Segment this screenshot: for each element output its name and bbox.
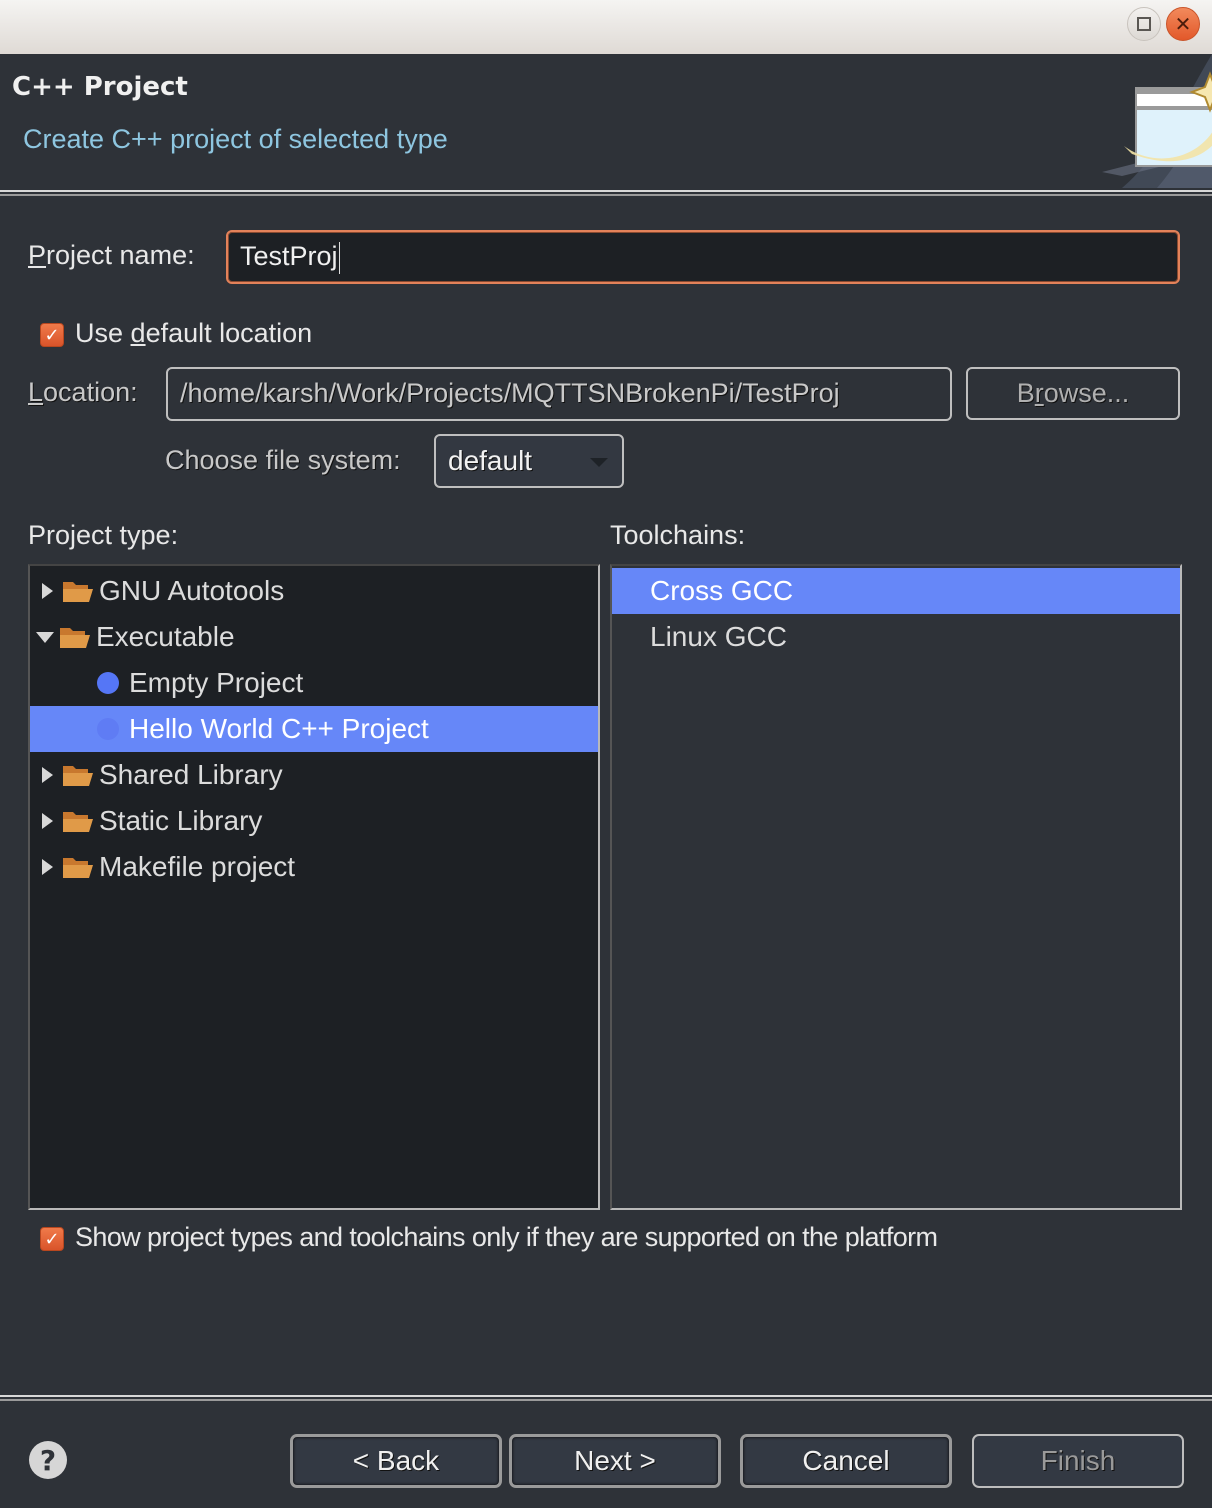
project-name-input[interactable]: TestProj [226, 230, 1180, 284]
project-type-label: Project type: [28, 520, 179, 550]
chevron-down-icon [590, 458, 608, 467]
toolchain-label: Linux GCC [650, 621, 787, 652]
maximize-icon [1137, 17, 1151, 31]
tree-item-label: Static Library [99, 805, 263, 836]
expand-arrow-icon[interactable] [42, 583, 53, 599]
tree-item-label: Hello World C++ Project [129, 713, 429, 744]
file-system-label: Choose file system: [165, 445, 401, 475]
help-icon: ? [39, 1443, 57, 1477]
mnemonic: L [28, 377, 44, 407]
file-system-dropdown[interactable]: default [434, 434, 624, 488]
project-type-tree[interactable]: GNU Autotools Executable Empty Project H… [28, 564, 600, 1210]
toolchains-label: Toolchains: [610, 520, 746, 550]
page-subtitle: Create C++ project of selected type [23, 124, 448, 154]
help-button[interactable]: ? [29, 1441, 67, 1479]
folder-icon [63, 812, 93, 832]
tree-item-hello-world-cpp-project[interactable]: Hello World C++ Project [30, 706, 598, 752]
tree-item-label: Empty Project [129, 667, 304, 698]
tree-item-gnu-autotools[interactable]: GNU Autotools [30, 568, 598, 614]
text-caret [338, 241, 340, 274]
label-text: ocation: [43, 377, 138, 407]
page-title: C++ Project [12, 72, 188, 102]
tree-item-label: Executable [96, 621, 235, 652]
label-text: B [1016, 378, 1035, 408]
window-titlebar: ✕ [0, 0, 1212, 54]
toolchain-label: Cross GCC [650, 575, 794, 606]
cancel-button[interactable]: Cancel [740, 1434, 952, 1488]
tree-item-executable[interactable]: Executable [30, 614, 598, 660]
show-supported-only-checkbox[interactable]: ✓ [40, 1227, 64, 1251]
label-text: roject name: [46, 240, 195, 270]
back-button[interactable]: < Back [290, 1434, 502, 1488]
expand-arrow-icon[interactable] [42, 813, 53, 829]
next-button[interactable]: Next > [509, 1434, 721, 1488]
checkmark-icon: ✓ [44, 1228, 60, 1250]
tree-item-empty-project[interactable]: Empty Project [30, 660, 598, 706]
project-name-value: TestProj [240, 241, 338, 271]
use-default-location-checkbox[interactable]: ✓ [40, 323, 64, 347]
label-text: efault location [145, 318, 313, 348]
close-button[interactable]: ✕ [1166, 7, 1200, 41]
mnemonic: P [28, 240, 47, 270]
project-name-label: Project name: [28, 240, 195, 271]
show-supported-only-label[interactable]: Show project types and toolchains only i… [75, 1222, 938, 1253]
footer-separator [0, 1395, 1212, 1401]
tree-item-shared-library[interactable]: Shared Library [30, 752, 598, 798]
header-separator [0, 190, 1212, 196]
wizard-header: C++ Project Create C++ project of select… [0, 54, 1212, 190]
toolchain-item-cross-gcc[interactable]: Cross GCC [612, 568, 1180, 614]
file-system-value: default [448, 445, 533, 476]
tree-item-makefile-project[interactable]: Makefile project [30, 844, 598, 890]
mnemonic: d [130, 318, 146, 348]
tree-item-label: Shared Library [99, 759, 283, 790]
folder-icon [63, 858, 93, 878]
browse-button[interactable]: Br owse... [966, 367, 1180, 420]
close-icon: ✕ [1174, 12, 1192, 36]
label-text: Use [75, 318, 131, 348]
project-template-icon [97, 718, 119, 740]
expand-arrow-icon[interactable] [42, 767, 53, 783]
toolchain-item-linux-gcc[interactable]: Linux GCC [612, 614, 1180, 660]
folder-icon [63, 582, 93, 602]
folder-open-icon [60, 628, 90, 648]
folder-icon [63, 766, 93, 786]
tree-item-label: GNU Autotools [99, 575, 285, 606]
project-template-icon [97, 672, 119, 694]
mnemonic: r [1034, 378, 1044, 408]
tree-item-static-library[interactable]: Static Library [30, 798, 598, 844]
collapse-arrow-icon[interactable] [36, 631, 54, 643]
toolchains-list[interactable]: Cross GCC Linux GCC [610, 564, 1182, 1210]
finish-button[interactable]: Finish [972, 1434, 1184, 1488]
tree-item-label: Makefile project [99, 851, 296, 882]
expand-arrow-icon[interactable] [42, 859, 53, 875]
label-text: owse... [1043, 378, 1130, 408]
location-label: Location: [28, 377, 138, 408]
checkmark-icon: ✓ [44, 324, 60, 346]
use-default-location-label[interactable]: Use default location [75, 318, 312, 349]
location-input[interactable]: /home/karsh/Work/Projects/MQTTSNBrokenPi… [166, 367, 952, 421]
maximize-button[interactable] [1127, 7, 1161, 41]
new-project-wizard-icon [1102, 54, 1212, 188]
